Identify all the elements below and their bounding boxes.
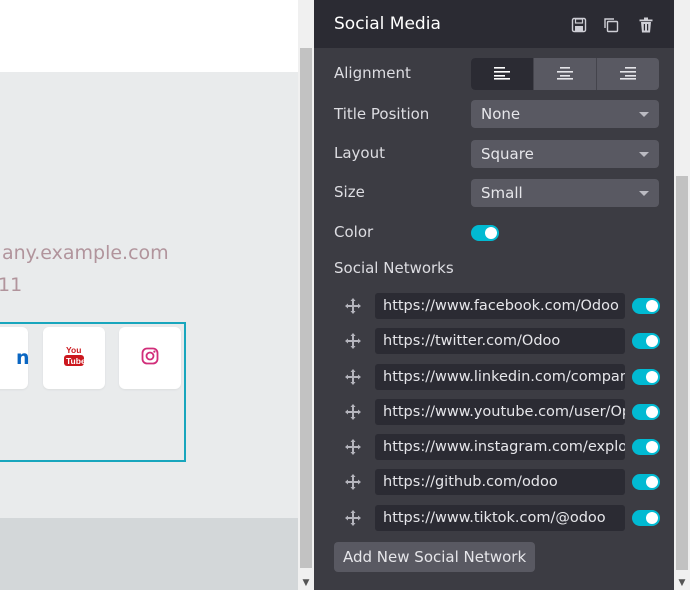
svg-text:Tube: Tube <box>66 356 85 366</box>
instagram-icon <box>141 347 159 369</box>
scroll-down-arrow-icon[interactable]: ▼ <box>674 576 690 590</box>
drag-handle-icon[interactable] <box>344 368 362 386</box>
title-position-select[interactable]: None <box>471 100 659 128</box>
canvas-top-section <box>0 0 298 72</box>
layout-select[interactable]: Square <box>471 140 659 168</box>
align-left-button[interactable] <box>471 58 533 90</box>
website-canvas: any.example.com 11 n You Tube <box>0 0 298 590</box>
social-network-url-input[interactable]: https://www.facebook.com/Odoo <box>375 293 625 319</box>
svg-text:You: You <box>66 345 81 355</box>
canvas-footer-section <box>0 518 298 590</box>
toggle-knob <box>646 476 658 488</box>
social-network-row: https://www.linkedin.com/company/odoo <box>344 364 664 390</box>
social-network-url-input[interactable]: https://twitter.com/Odoo <box>375 328 625 354</box>
scroll-down-arrow-icon[interactable]: ▼ <box>298 576 314 590</box>
toggle-knob <box>646 406 658 418</box>
social-network-toggle[interactable] <box>632 298 660 314</box>
social-network-url-input[interactable]: https://github.com/odoo <box>375 469 625 495</box>
size-select[interactable]: Small <box>471 179 659 207</box>
toggle-knob <box>646 335 658 347</box>
alignment-button-group <box>471 58 659 90</box>
social-network-row: https://www.facebook.com/Odoo <box>344 293 664 319</box>
social-network-toggle[interactable] <box>632 404 660 420</box>
social-network-toggle[interactable] <box>632 510 660 526</box>
social-network-toggle[interactable] <box>632 333 660 349</box>
save-icon[interactable] <box>570 16 588 34</box>
toggle-knob <box>646 300 658 312</box>
toggle-knob <box>646 512 658 524</box>
panel-scrollbar-thumb[interactable] <box>676 176 688 570</box>
drag-handle-icon[interactable] <box>344 473 362 491</box>
chevron-down-icon <box>639 152 649 157</box>
social-tile-youtube[interactable]: You Tube <box>43 327 105 389</box>
social-network-url-input[interactable]: https://www.instagram.com/explore/tags/o… <box>375 434 625 460</box>
align-right-icon <box>620 65 636 84</box>
layout-label: Layout <box>334 144 385 162</box>
color-toggle[interactable] <box>471 225 499 241</box>
drag-handle-icon[interactable] <box>344 297 362 315</box>
youtube-icon: You Tube <box>63 344 86 372</box>
size-value: Small <box>481 184 523 202</box>
social-network-toggle[interactable] <box>632 474 660 490</box>
title-position-value: None <box>481 105 521 123</box>
social-network-url-input[interactable]: https://www.tiktok.com/@odoo <box>375 505 625 531</box>
drag-handle-icon[interactable] <box>344 438 362 456</box>
align-center-button[interactable] <box>533 58 596 90</box>
drag-handle-icon[interactable] <box>344 403 362 421</box>
drag-handle-icon[interactable] <box>344 332 362 350</box>
contact-email-text: any.example.com <box>2 242 169 264</box>
duplicate-icon[interactable] <box>602 16 620 34</box>
contact-phone-text: 11 <box>0 274 23 296</box>
social-tile-instagram[interactable] <box>119 327 181 389</box>
canvas-scrollbar-thumb[interactable] <box>300 48 312 568</box>
options-panel: Social Media Alignment Title Position No… <box>314 0 674 590</box>
color-label: Color <box>334 223 374 241</box>
social-tile-linkedin[interactable]: n <box>0 327 30 389</box>
drag-handle-icon[interactable] <box>344 509 362 527</box>
social-network-row: https://www.instagram.com/explore/tags/o… <box>344 434 664 460</box>
align-right-button[interactable] <box>596 58 659 90</box>
title-position-label: Title Position <box>334 105 430 123</box>
social-network-toggle[interactable] <box>632 369 660 385</box>
toggle-knob <box>646 371 658 383</box>
chevron-down-icon <box>639 112 649 117</box>
panel-header: Social Media <box>314 0 674 48</box>
social-network-row: https://twitter.com/Odoo <box>344 328 664 354</box>
panel-scrollbar[interactable]: ▼ <box>674 0 690 590</box>
size-label: Size <box>334 183 365 201</box>
social-network-url-input[interactable]: https://www.youtube.com/user/OpenERPonli… <box>375 399 625 425</box>
canvas-scrollbar[interactable]: ▼ <box>298 0 314 590</box>
linkedin-icon: n <box>16 347 30 369</box>
social-network-toggle[interactable] <box>632 439 660 455</box>
social-network-url-input[interactable]: https://www.linkedin.com/company/odoo <box>375 364 625 390</box>
chevron-down-icon <box>639 191 649 196</box>
align-center-icon <box>557 65 573 84</box>
alignment-label: Alignment <box>334 64 411 82</box>
panel-title: Social Media <box>334 14 441 34</box>
trash-icon[interactable] <box>637 16 655 34</box>
social-network-row: https://www.youtube.com/user/OpenERPonli… <box>344 399 664 425</box>
social-network-row: https://github.com/odoo <box>344 469 664 495</box>
layout-value: Square <box>481 145 534 163</box>
align-left-icon <box>494 65 510 84</box>
add-social-network-button[interactable]: Add New Social Network <box>334 542 536 572</box>
toggle-knob <box>646 441 658 453</box>
social-network-row: https://www.tiktok.com/@odoo <box>344 505 664 531</box>
toggle-knob <box>485 227 497 239</box>
social-networks-label: Social Networks <box>334 259 454 277</box>
